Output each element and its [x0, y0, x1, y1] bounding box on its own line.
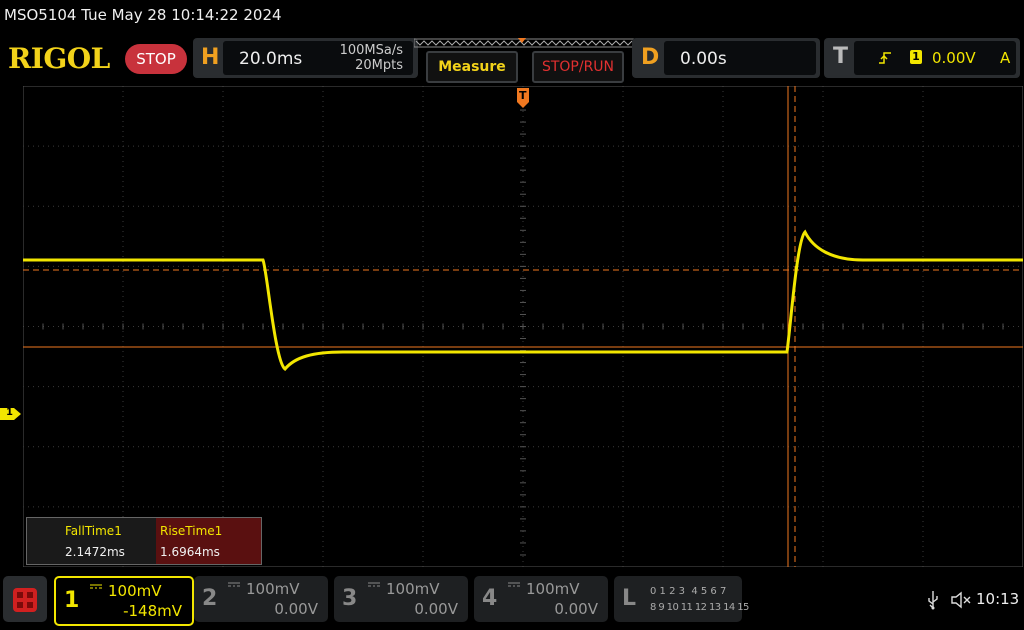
title-bar: MSO5104 Tue May 28 10:14:22 2024: [0, 0, 1024, 32]
channel-3-box[interactable]: 3 100mV 0.00V: [334, 576, 468, 622]
fall-time-cell: FallTime1 2.1472ms: [27, 518, 156, 564]
horizontal-panel[interactable]: H 20.0ms 100MSa/s 20Mpts: [193, 38, 418, 78]
channel-4-offset: 0.00V: [554, 600, 598, 618]
channel-3-number: 3: [342, 586, 358, 611]
horizontal-letter: H: [201, 45, 220, 70]
timebase-value: 20.0ms: [239, 49, 303, 69]
memory-depth: 20Mpts: [355, 58, 403, 73]
rise-time-label: RiseTime1: [160, 524, 223, 538]
trigger-panel[interactable]: T 1 0.00V A: [824, 38, 1020, 78]
channel-3-offset: 0.00V: [414, 600, 458, 618]
clock-time: 10:13: [976, 590, 1020, 608]
run-state-badge[interactable]: STOP: [125, 44, 187, 74]
speaker-muted-icon[interactable]: [950, 590, 972, 610]
rigol-logo: RIGOL: [8, 42, 110, 75]
channel-1-number: 1: [64, 588, 80, 613]
trigger-readout: 1 0.00V A: [854, 41, 1016, 75]
channel-1-offset: -148mV: [123, 602, 182, 620]
logic-channels-row1: 0 1 2 3 4 5 6 7: [650, 586, 727, 597]
menu-button[interactable]: [3, 576, 47, 622]
delay-readout: 0.00s: [664, 41, 816, 75]
channel-2-number: 2: [202, 586, 218, 611]
stop-run-button[interactable]: STOP/RUN: [532, 51, 624, 83]
model-datetime: MSO5104 Tue May 28 10:14:22 2024: [4, 6, 282, 24]
channel-4-box[interactable]: 4 100mV 0.00V: [474, 576, 608, 622]
dc-coupling-icon: [368, 582, 380, 587]
dc-coupling-icon: [90, 584, 102, 589]
logic-letter: L: [622, 586, 637, 611]
channel-2-scale: 100mV: [246, 580, 300, 598]
memory-position-strip: [414, 38, 634, 48]
trigger-position-marker[interactable]: T: [515, 86, 531, 110]
dc-coupling-icon: [228, 582, 240, 587]
fall-time-value: 2.1472ms: [65, 545, 125, 559]
channel-4-scale: 100mV: [526, 580, 580, 598]
trigger-mode: A: [1000, 49, 1011, 67]
rise-time-cell: RiseTime1 1.6964ms: [156, 518, 261, 564]
channel-2-offset: 0.00V: [274, 600, 318, 618]
channel-3-scale: 100mV: [386, 580, 440, 598]
delay-panel[interactable]: D 0.00s: [632, 38, 820, 78]
usb-icon: [928, 591, 938, 610]
fall-time-label: FallTime1: [65, 524, 122, 538]
sample-rate: 100MSa/s: [339, 43, 403, 58]
rising-edge-icon: [879, 52, 891, 64]
trigger-marker-label: T: [519, 89, 527, 102]
channel-1-scale: 100mV: [108, 582, 162, 600]
dc-coupling-icon: [508, 582, 520, 587]
channel1-marker-label: 1: [6, 407, 13, 418]
bottom-bar: 1 100mV -148mV 2 100mV 0.00V 3 100mV 0.0…: [0, 572, 1024, 630]
logic-channels-row2: 8 9 10 11 12 13 14 15: [650, 602, 749, 613]
acquisition-info: 100MSa/s 20Mpts: [340, 43, 403, 73]
delay-letter: D: [641, 45, 660, 70]
grid-menu-icon: [13, 588, 37, 612]
measure-button[interactable]: Measure: [426, 51, 518, 83]
rise-time-value: 1.6964ms: [160, 545, 220, 559]
trigger-source-badge: 1: [910, 50, 922, 64]
channel-4-number: 4: [482, 586, 498, 611]
channel-2-box[interactable]: 2 100mV 0.00V: [194, 576, 328, 622]
trigger-level: 0.00V: [932, 49, 976, 67]
trigger-letter: T: [833, 44, 849, 69]
channel-1-box[interactable]: 1 100mV -148mV: [54, 576, 194, 626]
waveform-grid[interactable]: [23, 86, 1023, 567]
horizontal-readout: 20.0ms 100MSa/s 20Mpts: [223, 41, 413, 75]
logic-analyzer-box[interactable]: L 0 1 2 3 4 5 6 7 8 9 10 11 12 13 14 15: [614, 576, 749, 622]
delay-value: 0.00s: [680, 49, 727, 69]
measurement-results[interactable]: FallTime1 2.1472ms RiseTime1 1.6964ms: [26, 517, 262, 565]
channel1-offset-marker[interactable]: 1: [0, 406, 22, 422]
